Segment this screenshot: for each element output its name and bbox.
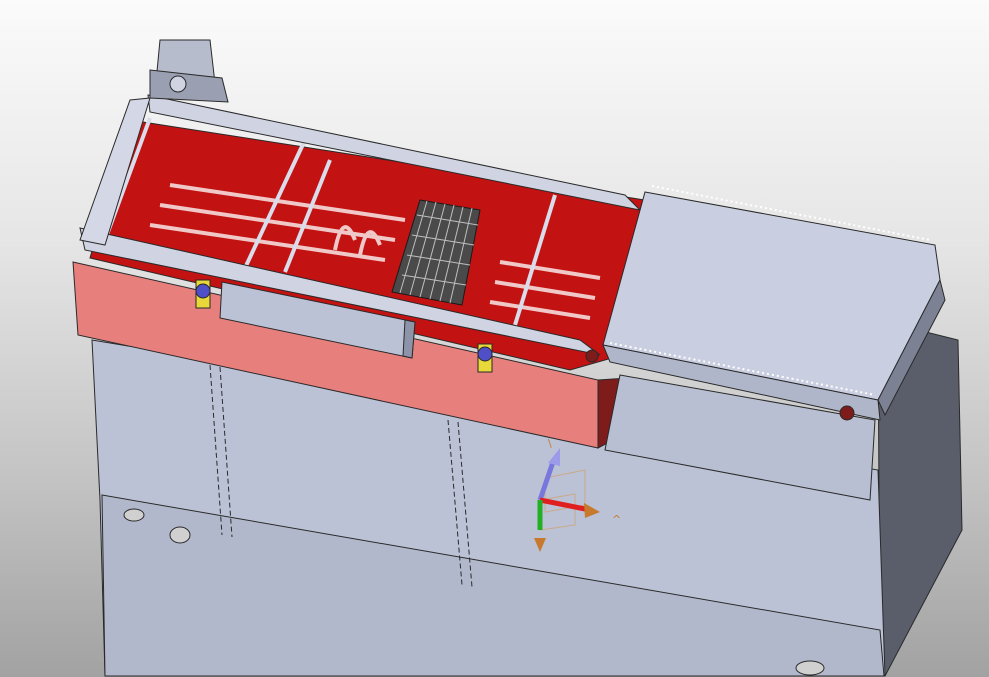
drive-sprocket-front (839, 405, 855, 421)
cad-3d-viewport[interactable]: ^ \ (0, 0, 989, 677)
triad-z-label: \ (548, 437, 552, 450)
fryer-model[interactable] (0, 0, 989, 677)
drive-sprocket-rear (585, 349, 599, 363)
gear-motor[interactable] (149, 39, 229, 103)
adjust-knob-right[interactable] (477, 346, 493, 362)
adjust-knob-left[interactable] (195, 283, 211, 299)
triad-x-label: ^ (612, 513, 622, 526)
